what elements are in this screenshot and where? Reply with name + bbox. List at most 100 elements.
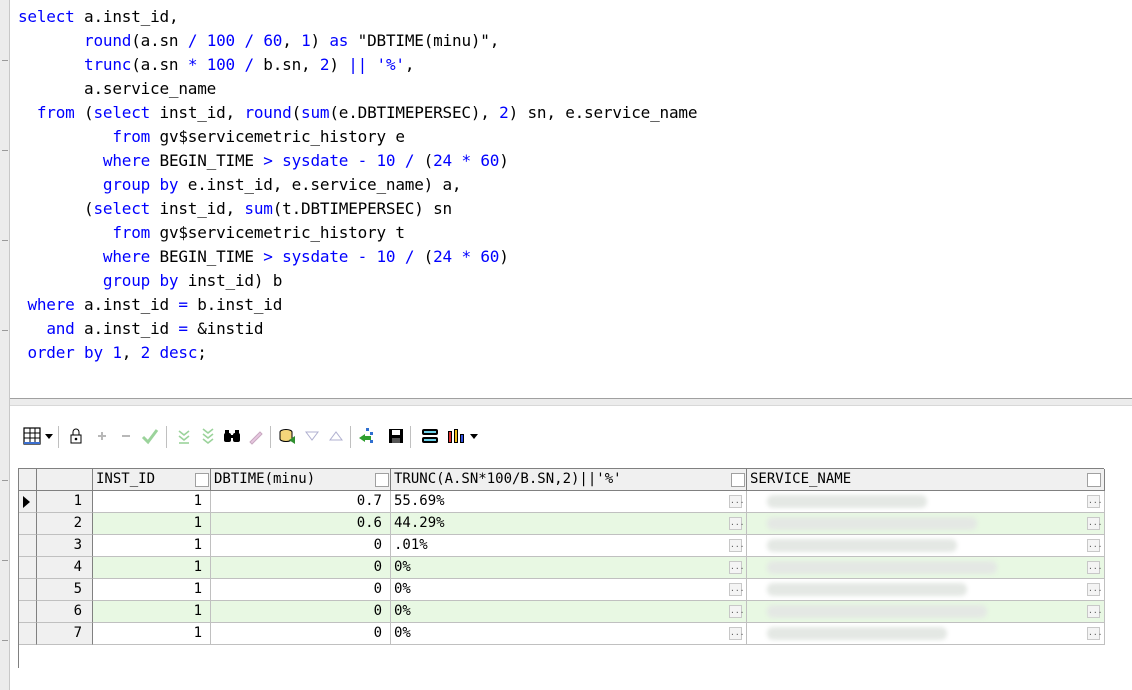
column-select-box[interactable] (195, 473, 209, 487)
header-indicator (19, 469, 37, 491)
row-number: 3 (37, 535, 93, 557)
cell-pct[interactable]: 44.29% (391, 513, 747, 535)
gutter-tick (2, 150, 8, 151)
cell-dbtime[interactable]: 0 (211, 601, 391, 623)
row-number: 4 (37, 557, 93, 579)
column-select-box[interactable] (1087, 473, 1101, 487)
query-icon[interactable] (276, 424, 300, 448)
editor-splitter[interactable] (10, 398, 1132, 406)
cell-dbtime[interactable]: 0.7 (211, 491, 391, 513)
column-select-box[interactable] (731, 473, 745, 487)
grid-icon[interactable] (20, 424, 44, 448)
cell-dbtime[interactable]: 0 (211, 557, 391, 579)
row-number: 7 (37, 623, 93, 645)
cell-editor-button[interactable]: ... (1087, 605, 1102, 618)
cell-editor-button[interactable]: ... (1087, 627, 1102, 640)
cell-pct[interactable]: 0% (391, 623, 747, 645)
sql-editor[interactable]: select a.inst_id, round(a.sn / 100 / 60,… (10, 0, 1132, 398)
cell-dbtime[interactable]: 0 (211, 623, 391, 645)
cell-editor-button[interactable]: ... (729, 517, 744, 530)
row-indicator (19, 579, 37, 601)
cell-service-name[interactable] (747, 623, 1105, 645)
check-icon[interactable] (138, 424, 162, 448)
cell-service-name[interactable] (747, 491, 1105, 513)
cell-editor-button[interactable]: ... (1087, 539, 1102, 552)
row-indicator (19, 601, 37, 623)
cell-service-name[interactable] (747, 535, 1105, 557)
cell-editor-button[interactable]: ... (1087, 517, 1102, 530)
cell-editor-button[interactable]: ... (1087, 583, 1102, 596)
cell-inst-id[interactable]: 1 (93, 579, 211, 601)
clear-icon[interactable] (244, 424, 268, 448)
cell-pct[interactable]: 0% (391, 579, 747, 601)
chart-icon[interactable] (444, 424, 468, 448)
column-header-trunc[interactable]: TRUNC(A.SN*100/B.SN,2)||'%' (391, 469, 747, 491)
triangle-down-icon[interactable] (300, 424, 324, 448)
cell-pct[interactable]: 0% (391, 601, 747, 623)
filter-down-all-icon[interactable] (196, 424, 220, 448)
cell-editor-button[interactable]: ... (729, 605, 744, 618)
result-grid: INST_ID DBTIME(minu) TRUNC(A.SN*100/B.SN… (18, 468, 1105, 668)
grid-toolbar (10, 406, 1132, 468)
lock-icon[interactable] (64, 424, 88, 448)
cell-inst-id[interactable]: 1 (93, 623, 211, 645)
cell-inst-id[interactable]: 1 (93, 557, 211, 579)
sql-line-1: select a.inst_id, (18, 7, 179, 26)
cell-dbtime[interactable]: 0 (211, 579, 391, 601)
cell-editor-button[interactable]: ... (729, 583, 744, 596)
cell-service-name[interactable] (747, 557, 1105, 579)
find-icon[interactable] (220, 424, 244, 448)
cell-editor-button[interactable]: ... (1087, 495, 1102, 508)
table-row[interactable]: 1 1 0.7 55.69% ... ... (19, 491, 1105, 513)
blurred-text (767, 627, 947, 640)
column-header-dbtime[interactable]: DBTIME(minu) (211, 469, 391, 491)
chevron-down-icon[interactable] (470, 434, 478, 439)
export-icon[interactable] (356, 424, 380, 448)
table-row[interactable]: 6 1 0 0% ... ... (19, 601, 1105, 623)
row-indicator (19, 535, 37, 557)
row-number: 2 (37, 513, 93, 535)
blurred-text (767, 605, 987, 618)
blurred-text (767, 539, 957, 552)
column-select-box[interactable] (375, 473, 389, 487)
row-indicator (19, 557, 37, 579)
print-icon[interactable] (418, 424, 442, 448)
column-header-service-name[interactable]: SERVICE_NAME (747, 469, 1105, 491)
gutter-tick (2, 640, 8, 641)
cell-editor-button[interactable]: ... (729, 561, 744, 574)
table-row[interactable]: 4 1 0 0% ... ... (19, 557, 1105, 579)
sql-line-9: (select inst_id, sum(t.DBTIMEPERSEC) sn (18, 199, 452, 218)
column-header-inst-id[interactable]: INST_ID (93, 469, 211, 491)
cell-editor-button[interactable]: ... (729, 539, 744, 552)
sql-line-14: and a.inst_id = &instid (46, 319, 264, 338)
cell-service-name[interactable] (747, 601, 1105, 623)
cell-inst-id[interactable]: 1 (93, 491, 211, 513)
cell-pct[interactable]: .01% (391, 535, 747, 557)
cell-dbtime[interactable]: 0 (211, 535, 391, 557)
cell-editor-button[interactable]: ... (729, 495, 744, 508)
cell-editor-button[interactable]: ... (1087, 561, 1102, 574)
filter-down-icon[interactable] (172, 424, 196, 448)
cell-service-name[interactable] (747, 579, 1105, 601)
cell-inst-id[interactable]: 1 (93, 535, 211, 557)
table-row[interactable]: 2 1 0.6 44.29% ... ... (19, 513, 1105, 535)
chevron-down-icon[interactable] (45, 434, 53, 439)
table-row[interactable]: 5 1 0 0% ... ... (19, 579, 1105, 601)
minus-icon[interactable] (114, 424, 138, 448)
toolbar-separator (166, 426, 167, 448)
table-row[interactable]: 7 1 0 0% ... ... (19, 623, 1105, 645)
cell-service-name[interactable] (747, 513, 1105, 535)
cell-pct[interactable]: 55.69% (391, 491, 747, 513)
cell-inst-id[interactable]: 1 (93, 513, 211, 535)
plus-icon[interactable] (90, 424, 114, 448)
cell-editor-button[interactable]: ... (729, 627, 744, 640)
save-icon[interactable] (384, 424, 408, 448)
current-row-pointer-icon (23, 496, 30, 508)
column-header-label: TRUNC(A.SN*100/B.SN,2)||'%' (394, 471, 622, 487)
cell-inst-id[interactable]: 1 (93, 601, 211, 623)
cell-pct[interactable]: 0% (391, 557, 747, 579)
triangle-up-icon[interactable] (324, 424, 348, 448)
cell-dbtime[interactable]: 0.6 (211, 513, 391, 535)
table-row[interactable]: 3 1 0 .01% ... ... (19, 535, 1105, 557)
row-indicator (19, 623, 37, 645)
